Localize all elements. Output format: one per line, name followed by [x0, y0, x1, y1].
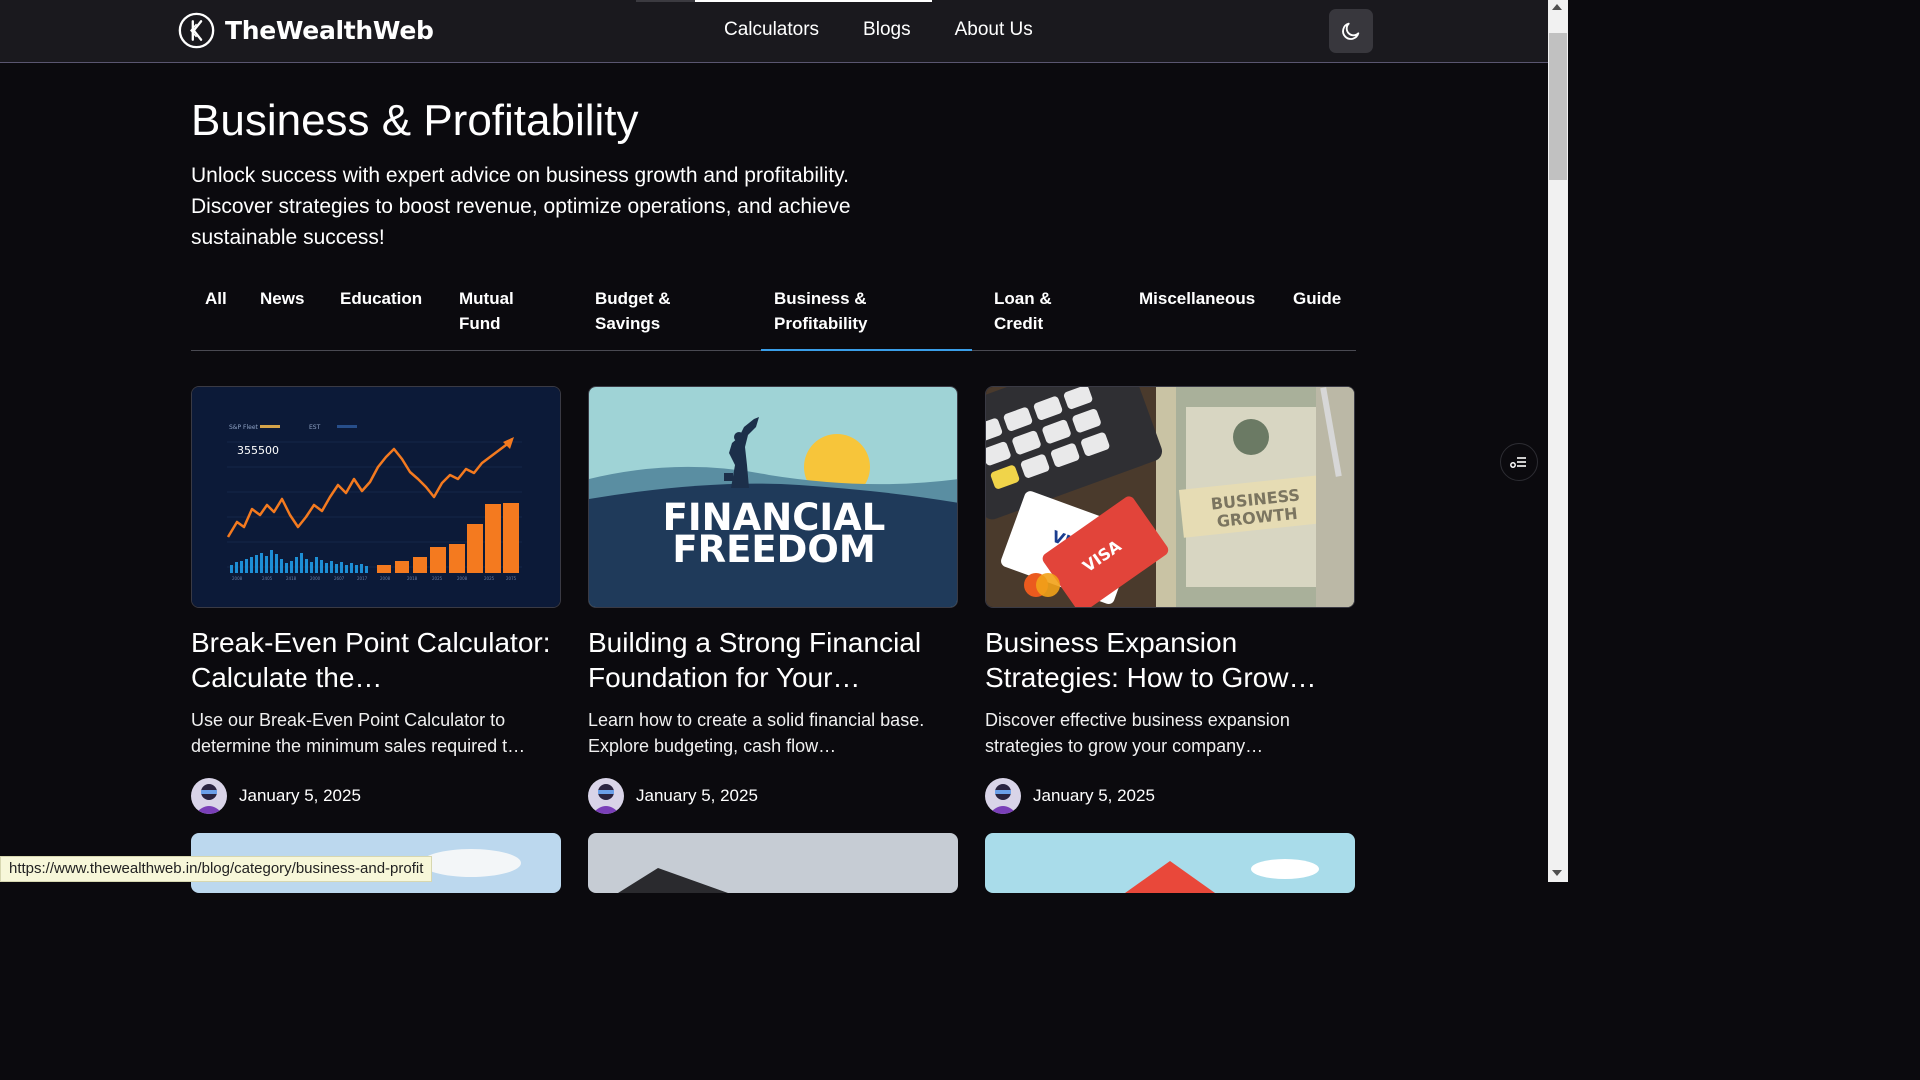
- tab-budget-savings[interactable]: Budget & Savings: [595, 286, 699, 336]
- tab-all[interactable]: All: [205, 286, 227, 311]
- theme-toggle-button[interactable]: [1329, 9, 1373, 53]
- svg-text:2025: 2025: [484, 576, 495, 581]
- blog-card-excerpt: Use our Break-Even Point Calculator to d…: [191, 710, 526, 756]
- reading-progress-bar: [636, 0, 932, 2]
- brand-link[interactable]: TheWealthWeb: [178, 12, 434, 49]
- browser-status-url: https://www.thewealthweb.in/blog/categor…: [0, 856, 433, 882]
- blog-card-image[interactable]: FINANCIAL FREEDOM: [588, 386, 958, 608]
- moon-icon: [1342, 22, 1360, 40]
- svg-text:S&P Fleet: S&P Fleet: [229, 424, 259, 431]
- svg-text:2008: 2008: [457, 576, 468, 581]
- blog-card-title[interactable]: Building a Strong Financial Foundation f…: [588, 625, 958, 695]
- svg-text:2000: 2000: [310, 576, 321, 581]
- svg-text:2017: 2017: [357, 576, 368, 581]
- scroll-down-arrow-icon[interactable]: [1552, 870, 1562, 876]
- site-header: TheWealthWeb Calculators Blogs About Us: [0, 0, 1548, 63]
- blog-card-date: January 5, 2025: [636, 786, 758, 805]
- author-avatar: [588, 778, 624, 814]
- brand-name: TheWealthWeb: [225, 16, 434, 45]
- blog-card-excerpt: Discover effective business expansion st…: [985, 710, 1290, 756]
- author-avatar: [985, 778, 1021, 814]
- svg-text:FREEDOM: FREEDOM: [672, 528, 875, 571]
- tab-guide[interactable]: Guide: [1293, 286, 1341, 311]
- blog-card-image[interactable]: S&P Fleet EST 355500 2008 2405 2418 2000…: [191, 386, 561, 608]
- blog-card-meta: January 5, 2025: [985, 778, 1355, 814]
- svg-text:2008: 2008: [232, 576, 243, 581]
- active-tab-indicator: [761, 349, 972, 351]
- nav-about-us[interactable]: About Us: [955, 19, 1033, 41]
- page-description: Unlock success with expert advice on bus…: [191, 164, 851, 249]
- svg-text:355500: 355500: [237, 444, 279, 457]
- blog-card-title[interactable]: Break-Even Point Calculator: Calculate t…: [191, 625, 561, 695]
- svg-text:2405: 2405: [262, 576, 273, 581]
- table-of-contents-button[interactable]: [1500, 443, 1538, 481]
- tab-education[interactable]: Education: [340, 286, 422, 311]
- author-avatar: [191, 778, 227, 814]
- scroll-up-arrow-icon[interactable]: [1552, 4, 1562, 10]
- wealthweb-logo-icon: [178, 12, 215, 49]
- svg-text:2025: 2025: [432, 576, 443, 581]
- svg-text:2607: 2607: [334, 576, 345, 581]
- nav-blogs[interactable]: Blogs: [863, 19, 911, 41]
- tab-mutual-fund[interactable]: Mutual Fund: [459, 286, 543, 336]
- blog-card[interactable]: S&P Fleet EST 355500 2008 2405 2418 2000…: [191, 386, 561, 814]
- svg-text:2018: 2018: [407, 576, 418, 581]
- tab-loan-credit[interactable]: Loan & Credit: [994, 286, 1074, 336]
- blog-card-meta: January 5, 2025: [588, 778, 958, 814]
- tab-news[interactable]: News: [260, 286, 304, 311]
- category-tabs: All News Education Mutual Fund Budget & …: [191, 286, 1356, 351]
- blog-card-image[interactable]: VISA VISA BUSINESS GROWTH: [985, 386, 1355, 608]
- nav-calculators[interactable]: Calculators: [724, 19, 819, 41]
- scrollbar-thumb[interactable]: [1549, 33, 1567, 180]
- svg-text:2075: 2075: [506, 576, 517, 581]
- reading-progress-fill: [695, 0, 932, 2]
- svg-text:2418: 2418: [286, 576, 297, 581]
- blog-card-date: January 5, 2025: [1033, 786, 1155, 805]
- blog-card[interactable]: FINANCIAL FREEDOM Building a Strong Fina…: [588, 386, 958, 814]
- blog-card-meta: January 5, 2025: [191, 778, 561, 814]
- tab-miscellaneous[interactable]: Miscellaneous: [1139, 286, 1255, 311]
- blog-card-title[interactable]: Business Expansion Strategies: How to Gr…: [985, 625, 1355, 695]
- blog-card-excerpt: Learn how to create a solid financial ba…: [588, 710, 925, 756]
- main-nav: Calculators Blogs About Us: [724, 19, 1077, 41]
- blog-card-date: January 5, 2025: [239, 786, 361, 805]
- tab-business-profitability[interactable]: Business & Profitability: [774, 286, 884, 336]
- blog-card-partial[interactable]: [985, 833, 1355, 893]
- list-filter-icon: [1510, 457, 1526, 468]
- svg-text:2008: 2008: [380, 576, 391, 581]
- blog-card-partial[interactable]: [588, 833, 958, 893]
- svg-text:EST: EST: [309, 424, 321, 431]
- page-title: Business & Profitability: [191, 96, 639, 145]
- blog-card[interactable]: VISA VISA BUSINESS GROWTH Business Expan…: [985, 386, 1355, 814]
